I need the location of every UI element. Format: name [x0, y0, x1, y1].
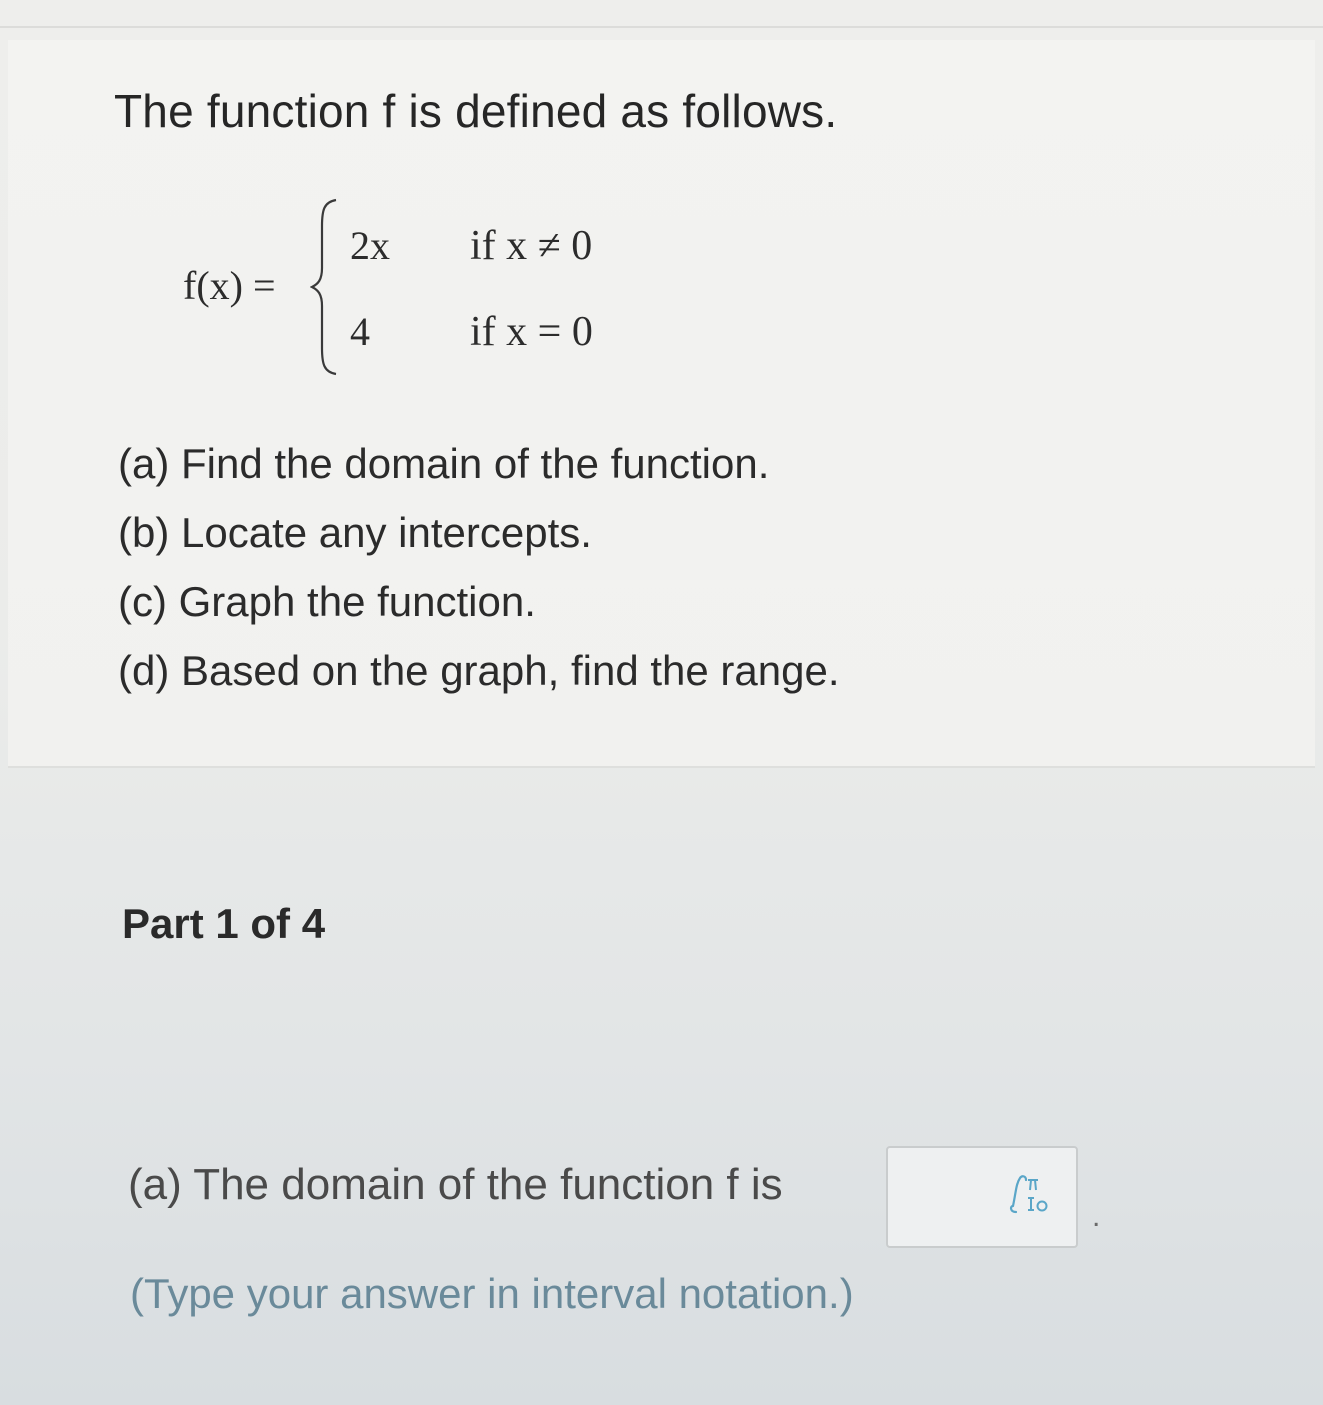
- task-list: (a) Find the domain of the function. (b)…: [118, 436, 840, 712]
- piecewise-brace: [310, 198, 337, 376]
- task-item: (d) Based on the graph, find the range.: [118, 647, 840, 694]
- answer-hint: (Type your answer in interval notation.): [130, 1270, 854, 1317]
- problem-intro: The function f is defined as follows.: [114, 85, 838, 137]
- trailing-period: .: [1092, 1200, 1101, 1233]
- case-2-expression: 4: [350, 309, 370, 354]
- case-1-expression: 2x: [350, 223, 390, 268]
- top-divider: [0, 26, 1323, 28]
- part-header: Part 1 of 4: [122, 900, 326, 947]
- task-item: (b) Locate any intercepts.: [118, 509, 592, 556]
- answer-prompt: (a) The domain of the function f is: [128, 1160, 783, 1209]
- case-2-condition: if x = 0: [470, 309, 593, 355]
- case-1-condition: if x ≠ 0: [470, 223, 593, 269]
- task-item: (a) Find the domain of the function.: [118, 440, 770, 487]
- math-palette-icon[interactable]: [1002, 1172, 1050, 1218]
- task-item: (c) Graph the function.: [118, 578, 536, 625]
- function-label: f(x) =: [183, 263, 276, 308]
